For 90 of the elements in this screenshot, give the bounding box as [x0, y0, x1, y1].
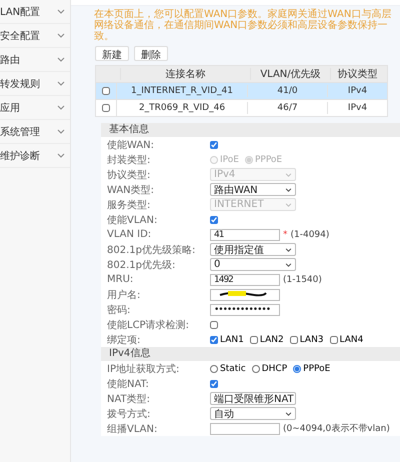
- checkbox[interactable]: [330, 336, 338, 344]
- caret-icon: [285, 188, 292, 192]
- field-label: VLAN ID:: [106, 229, 152, 240]
- checkbox[interactable]: [210, 216, 218, 224]
- hint-text: (0~4094,0表示不带vlan): [283, 422, 390, 435]
- dropdown[interactable]: 路由WAN: [210, 183, 296, 196]
- chevron-down-icon: [57, 81, 65, 86]
- chevron-down-icon: [57, 33, 65, 38]
- option-label: LAN3: [300, 334, 324, 344]
- checkbox[interactable]: [210, 320, 218, 328]
- radio-button[interactable]: [293, 364, 302, 372]
- dropdown[interactable]: 端口受限锥形NAT: [210, 392, 296, 405]
- field-label: 用户名:: [106, 288, 142, 302]
- notice-text: 在本页面上，您可以配置WAN口参数。家庭网关通过WAN口与高层网络设备通信，在通信期间WAN口参数必须和高层设备参数保持一致。: [94, 9, 392, 42]
- checkbox[interactable]: [210, 380, 218, 388]
- caret-icon: [285, 172, 292, 176]
- sidebar-item[interactable]: 路由: [0, 48, 70, 72]
- field-label: IP地址获取方式:: [106, 362, 180, 376]
- sidebar-item[interactable]: 转发规则: [0, 72, 70, 96]
- table-cell-text: 1_INTERNET_R_VID_41: [130, 85, 234, 97]
- sidebar-item[interactable]: 应用: [0, 96, 70, 120]
- field-label: 封装类型:: [106, 154, 152, 166]
- sidebar-item[interactable]: LAN配置: [0, 0, 70, 24]
- field-label: 使能VLAN:: [106, 214, 158, 226]
- table-cell: 41/0: [247, 85, 327, 97]
- checkbox[interactable]: [290, 336, 298, 344]
- chevron-down-icon: [57, 129, 65, 134]
- field-label: 拨号方式:: [106, 408, 152, 420]
- input-field[interactable]: 1492: [210, 274, 280, 286]
- chevron-down-icon: [57, 153, 65, 158]
- option-label: DHCP: [262, 364, 288, 374]
- input-field[interactable]: 41: [210, 228, 280, 240]
- field-label: MRU:: [106, 274, 134, 285]
- caret-icon: [285, 412, 292, 416]
- option-label: LAN4: [340, 334, 364, 344]
- dropdown[interactable]: 使用指定值: [210, 243, 296, 256]
- field-label: 使能NAT:: [106, 378, 150, 390]
- option-label: PPPoE: [254, 154, 282, 164]
- caret-icon: [285, 202, 292, 206]
- field-label: 组播VLAN:: [106, 422, 158, 436]
- column-header: 连接名称: [120, 68, 250, 80]
- radio-button[interactable]: [252, 364, 260, 372]
- field-label: 密码:: [106, 304, 132, 316]
- table-cell: IPv4: [327, 102, 387, 114]
- option-label: LAN2: [260, 334, 284, 344]
- chevron-down-icon: [57, 105, 65, 110]
- dropdown[interactable]: 0: [210, 258, 296, 271]
- field-label: 绑定项:: [106, 334, 142, 346]
- table-cell: 46/7: [247, 102, 327, 114]
- option-label: LAN1: [220, 334, 244, 344]
- sidebar-item[interactable]: 安全配置: [0, 24, 70, 48]
- section-header: IPv4信息: [101, 347, 400, 361]
- option-label: IPoE: [220, 154, 239, 164]
- dropdown[interactable]: 自动: [210, 407, 296, 420]
- field-label: 802.1p优先级:: [106, 258, 176, 272]
- radio-button[interactable]: [210, 364, 218, 372]
- delete-button[interactable]: 删除: [134, 46, 168, 61]
- field-label: 使能LCP请求检测:: [106, 318, 190, 332]
- checkbox[interactable]: [210, 140, 218, 148]
- table-row[interactable]: 1_INTERNET_R_VID_41 41/0 IPv4: [117, 83, 387, 99]
- row-checkbox[interactable]: [102, 104, 110, 112]
- field-label: 协议类型:: [106, 168, 152, 182]
- field-label: WAN类型:: [106, 184, 156, 196]
- table-cell: IPv4: [327, 85, 387, 97]
- chevron-down-icon: [57, 9, 65, 14]
- checkbox[interactable]: [210, 336, 218, 344]
- column-header: 协议类型: [330, 68, 384, 80]
- caret-icon: [285, 262, 292, 266]
- caret-icon: [285, 248, 292, 252]
- option-label: Static: [220, 364, 246, 374]
- checkbox[interactable]: [250, 336, 258, 344]
- hint-text: (1-4094): [290, 230, 330, 240]
- table-cell-text: 2_TR069_R_VID_46: [138, 102, 226, 114]
- row-checkbox[interactable]: [102, 87, 110, 95]
- option-label: PPPoE: [303, 364, 330, 374]
- field-label: 服务类型:: [106, 198, 152, 212]
- column-header: VLAN/优先级: [250, 68, 330, 80]
- hint-text: (1-1540): [283, 274, 322, 284]
- table-row[interactable]: 2_TR069_R_VID_46 46/7 IPv4: [117, 100, 387, 116]
- chevron-down-icon: [57, 57, 65, 62]
- sidebar-item[interactable]: 系统管理: [0, 120, 70, 144]
- new-button[interactable]: 新建: [95, 46, 129, 61]
- field-label: 802.1p优先级策略:: [106, 244, 196, 256]
- section-header: 基本信息: [101, 123, 400, 137]
- field-label: 使能WAN:: [106, 138, 156, 152]
- required-mark: *: [283, 230, 288, 240]
- input-field[interactable]: [210, 422, 280, 434]
- field-label: NAT类型:: [106, 392, 152, 406]
- input-field[interactable]: •••••••••••••: [210, 304, 280, 316]
- sidebar-item[interactable]: 维护诊断: [0, 144, 70, 168]
